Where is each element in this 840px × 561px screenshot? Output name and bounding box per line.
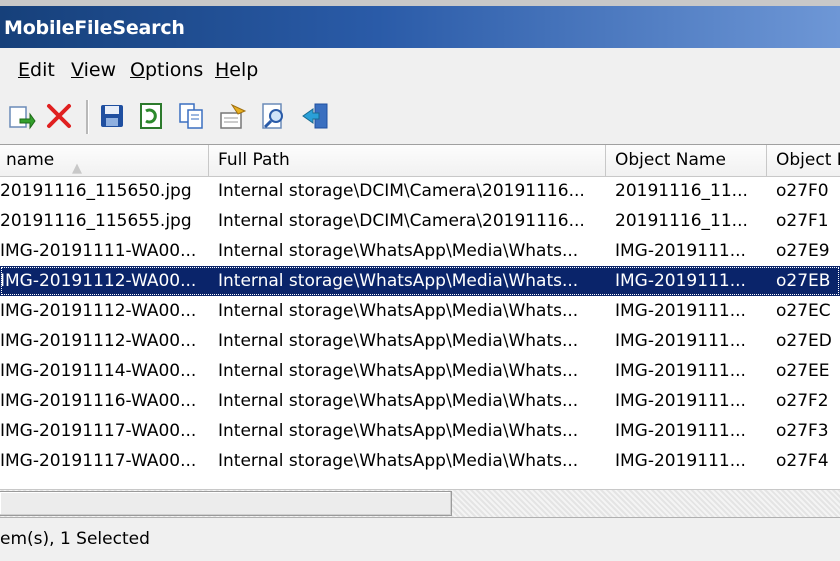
table-row[interactable]: IMG-20191116-WA00... Internal storage\Wh…	[0, 386, 840, 416]
cell-full-path: Internal storage\DCIM\Camera\20191116...	[218, 181, 585, 201]
horizontal-scrollbar-thumb[interactable]	[0, 491, 452, 516]
menu-bar: Edit View Options Help	[0, 48, 840, 93]
find-icon[interactable]	[259, 101, 289, 131]
table-row[interactable]: IMG-20191117-WA00... Internal storage\Wh…	[0, 416, 840, 446]
cell-name: 20191116_115650.jpg	[0, 181, 192, 201]
menu-options-rest: ptions	[144, 59, 204, 81]
cell-object-id: o27EE	[776, 361, 830, 381]
properties-icon[interactable]	[218, 101, 248, 131]
table-row[interactable]: IMG-20191117-WA00... Internal storage\Wh…	[0, 446, 840, 476]
table-row[interactable]: 20191116_115650.jpg Internal storage\DCI…	[0, 176, 840, 206]
menu-options-accel: O	[130, 59, 145, 81]
sort-ascending-icon: ▲	[72, 161, 82, 176]
menu-edit-accel: E	[18, 59, 31, 81]
delete-icon[interactable]	[44, 101, 74, 131]
title-bar[interactable]: MobileFileSearch	[0, 0, 840, 48]
refresh-icon[interactable]	[6, 101, 36, 131]
cell-object-name: 20191116_11...	[615, 211, 748, 231]
menu-view[interactable]: View	[71, 59, 116, 81]
menu-view-accel: V	[71, 59, 84, 81]
cell-full-path: Internal storage\WhatsApp\Media\Whats...	[218, 301, 579, 321]
cell-object-id: o27F0	[776, 181, 829, 201]
cell-name: IMG-20191112-WA00...	[0, 271, 197, 291]
cell-object-name: IMG-2019111...	[615, 391, 746, 411]
cell-name: 20191116_115655.jpg	[0, 211, 192, 231]
column-header-name-label: name	[6, 150, 55, 170]
menu-help-accel: H	[215, 59, 230, 81]
cell-object-id: o27F1	[776, 211, 829, 231]
cell-object-id: o27E9	[776, 241, 830, 261]
cell-object-name: IMG-2019111...	[615, 331, 746, 351]
status-text: em(s), 1 Selected	[0, 529, 150, 549]
cell-name: IMG-20191112-WA00...	[0, 301, 197, 321]
menu-options[interactable]: Options	[130, 59, 203, 81]
table-row-selected[interactable]: IMG-20191112-WA00... Internal storage\Wh…	[0, 266, 840, 296]
table-row[interactable]: IMG-20191112-WA00... Internal storage\Wh…	[0, 326, 840, 356]
cell-full-path: Internal storage\WhatsApp\Media\Whats...	[218, 241, 579, 261]
cell-object-id: o27F2	[776, 391, 829, 411]
cell-full-path: Internal storage\WhatsApp\Media\Whats...	[218, 391, 579, 411]
cell-name: IMG-20191112-WA00...	[0, 331, 197, 351]
table-row[interactable]: IMG-20191114-WA00... Internal storage\Wh…	[0, 356, 840, 386]
window-title: MobileFileSearch	[4, 17, 185, 39]
horizontal-scrollbar[interactable]	[0, 489, 840, 518]
cell-object-id: o27F3	[776, 421, 829, 441]
cell-object-name: 20191116_11...	[615, 181, 748, 201]
cell-name: IMG-20191111-WA00...	[0, 241, 197, 261]
cell-object-id: o27ED	[776, 331, 832, 351]
file-list[interactable]: name ▲ Full Path Object Name Object I 20…	[0, 144, 840, 490]
table-row[interactable]: IMG-20191111-WA00... Internal storage\Wh…	[0, 236, 840, 266]
copy-icon[interactable]	[176, 101, 206, 131]
menu-help[interactable]: Help	[215, 59, 258, 81]
cell-object-id: o27EC	[776, 301, 831, 321]
cell-name: IMG-20191114-WA00...	[0, 361, 197, 381]
cell-object-id: o27F4	[776, 451, 829, 471]
cell-object-name: IMG-2019111...	[615, 361, 746, 381]
menu-view-rest: iew	[83, 59, 117, 81]
menu-help-rest: elp	[229, 59, 259, 81]
column-header-object-id[interactable]: Object I	[767, 145, 840, 176]
cell-object-name: IMG-2019111...	[615, 241, 746, 261]
menu-edit[interactable]: Edit	[18, 59, 55, 81]
column-header-object-name[interactable]: Object Name	[606, 145, 767, 176]
status-bar: em(s), 1 Selected	[0, 517, 840, 561]
cell-name: IMG-20191117-WA00...	[0, 421, 197, 441]
cell-full-path: Internal storage\DCIM\Camera\20191116...	[218, 211, 585, 231]
cell-name: IMG-20191116-WA00...	[0, 391, 197, 411]
cell-full-path: Internal storage\WhatsApp\Media\Whats...	[218, 271, 579, 291]
cell-object-name: IMG-2019111...	[615, 421, 746, 441]
toolbar	[0, 92, 840, 145]
save-icon[interactable]	[97, 101, 127, 131]
exit-icon[interactable]	[301, 101, 331, 131]
cell-object-id: o27EB	[776, 271, 831, 291]
list-header: name ▲ Full Path Object Name Object I	[0, 145, 840, 177]
toolbar-separator	[86, 100, 89, 134]
cell-full-path: Internal storage\WhatsApp\Media\Whats...	[218, 331, 579, 351]
column-header-name[interactable]: name ▲	[0, 145, 209, 176]
menu-edit-rest: dit	[30, 59, 55, 81]
cell-full-path: Internal storage\WhatsApp\Media\Whats...	[218, 421, 579, 441]
cell-full-path: Internal storage\WhatsApp\Media\Whats...	[218, 451, 579, 471]
cell-object-name: IMG-2019111...	[615, 451, 746, 471]
cell-object-name: IMG-2019111...	[615, 301, 746, 321]
cell-full-path: Internal storage\WhatsApp\Media\Whats...	[218, 361, 579, 381]
column-header-full-path[interactable]: Full Path	[209, 145, 606, 176]
cell-name: IMG-20191117-WA00...	[0, 451, 197, 471]
table-row[interactable]: 20191116_115655.jpg Internal storage\DCI…	[0, 206, 840, 236]
excel-icon[interactable]	[136, 101, 166, 131]
list-rows: 20191116_115650.jpg Internal storage\DCI…	[0, 176, 840, 476]
table-row[interactable]: IMG-20191112-WA00... Internal storage\Wh…	[0, 296, 840, 326]
cell-object-name: IMG-2019111...	[615, 271, 746, 291]
